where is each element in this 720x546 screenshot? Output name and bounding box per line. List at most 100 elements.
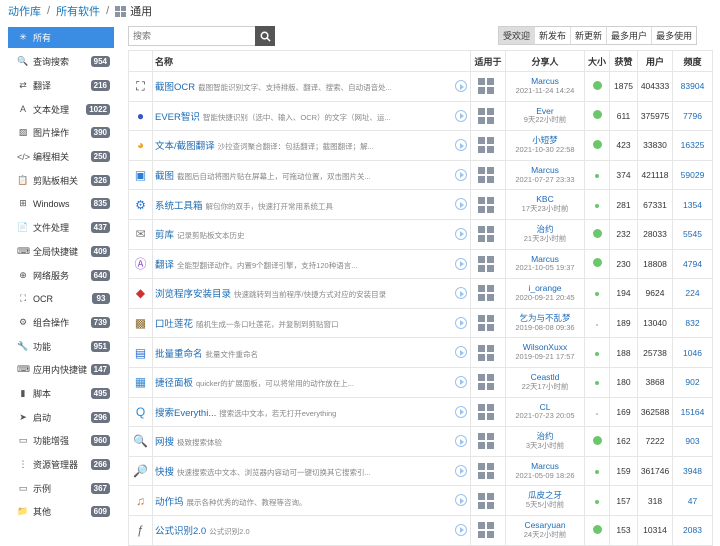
table-row[interactable]: Q 搜索Everythi... 搜索选中文本，若无打开everything CL 202… <box>128 396 713 428</box>
action-name-link[interactable]: 系统工具箱 <box>155 201 203 212</box>
sidebar-item[interactable]: ⛶ OCR 93 <box>8 287 114 311</box>
table-row[interactable]: ◆ 浏览程序安装目录 快速跳转到当前程序/快捷方式对应的安装目录 i_orange 20… <box>128 278 713 309</box>
table-row[interactable]: ƒ 公式识别2.0 公式识别2.0 Cesaryuan 24天2小时前 153 10314 2… <box>128 514 713 546</box>
table-row[interactable]: ▩ 口吐莲花 随机生成一条口吐莲花，并复制到剪贴窗口 乞为与不乱梦 2019-08-08… <box>128 307 713 339</box>
action-name-link[interactable]: 批量重命名 <box>155 349 203 360</box>
action-name-link[interactable]: EVER智识 <box>155 112 200 123</box>
sidebar-item[interactable]: ▭ 功能增强 960 <box>8 429 114 453</box>
sort-tab[interactable]: 最多用户 <box>606 27 651 44</box>
table-row[interactable]: Ⓐ 翻译 全能型翻译动作。内置9个翻译引擎，支持120种语言... Marcus 202… <box>128 248 713 280</box>
action-name-link[interactable]: 口吐莲花 <box>155 319 193 330</box>
play-icon[interactable] <box>455 316 467 329</box>
sidebar-item[interactable]: ⌨ 全局快捷键 409 <box>8 240 114 264</box>
table-row[interactable]: ● EVER智识 智能快捷识别（选中、输入、OCR）的文字（网址、运... Ever 9… <box>128 100 713 132</box>
sidebar-item[interactable]: A 文本处理 1022 <box>8 97 114 121</box>
table-row[interactable]: ✉ 剪库 记录剪贴板文本历史 治约 21天3小时前 232 28033 5545 <box>128 218 713 250</box>
size-indicator <box>595 381 599 386</box>
users-cell: 361746 <box>637 455 673 487</box>
sidebar-item[interactable]: ⚙ 组合操作 739 <box>8 311 114 335</box>
sidebar-item-label: 翻译 <box>33 81 52 92</box>
action-name-link[interactable]: 网搜 <box>155 437 174 448</box>
action-name-link[interactable]: 剪库 <box>155 230 174 241</box>
category-icon: 🔧 <box>17 340 29 351</box>
size-indicator <box>595 292 599 297</box>
sidebar-item[interactable]: ⌨ 应用内快捷键 147 <box>8 358 114 382</box>
sidebar-item[interactable]: 🔧 功能 951 <box>8 334 114 358</box>
sidebar-item[interactable]: ▮ 脚本 495 <box>8 382 114 406</box>
table-row[interactable]: ⛶ 截图OCR 截图智能识别文字、支持排版、翻译、搜索、自动语音处... Marcus… <box>128 71 713 102</box>
app-icon-cell: ✉ <box>128 218 153 250</box>
play-icon[interactable] <box>455 227 467 240</box>
play-icon[interactable] <box>455 346 467 359</box>
sort-tab[interactable]: 最多使用 <box>651 27 696 44</box>
action-name-link[interactable]: 文本/截图翻译 <box>155 141 215 152</box>
breadcrumb-all-link[interactable]: 所有软件 <box>56 3 100 19</box>
header-users[interactable]: 用户 <box>637 50 673 72</box>
play-icon[interactable] <box>455 523 467 536</box>
play-icon[interactable] <box>455 464 467 477</box>
play-icon[interactable] <box>455 80 467 92</box>
users-cell: 33830 <box>637 130 673 161</box>
sidebar-item[interactable]: ⇄ 翻译 216 <box>8 74 114 98</box>
action-name-link[interactable]: 快搜 <box>155 467 174 478</box>
action-description: quicker的扩展面板，可以将常用的动作放在上... <box>196 379 354 389</box>
table-row[interactable]: ▦ 捷径面板 quicker的扩展面板，可以将常用的动作放在上... Ceastld 2… <box>128 366 713 398</box>
table-row[interactable]: ▣ 截图 截图后自动将图片贴在屏幕上，可拖动位置，双击图片关... Marcus 202… <box>128 159 713 191</box>
sidebar-item[interactable]: ▭ 示例 367 <box>8 476 114 500</box>
table-row[interactable]: ◕ 文本/截图翻译 沙拉查词聚合翻译：包括翻译；截图翻译；解... 小短梦 2021-1… <box>128 130 713 161</box>
play-icon[interactable] <box>455 168 467 181</box>
sidebar-item[interactable]: </> 编程相关 250 <box>8 145 114 169</box>
header-sharer[interactable]: 分享人 <box>505 50 585 72</box>
breadcrumb-root-link[interactable]: 动作库 <box>8 3 41 19</box>
header-size[interactable]: 大小 <box>584 50 610 72</box>
action-name-link[interactable]: 浏览程序安装目录 <box>155 289 231 300</box>
sidebar-item[interactable]: ➤ 启动 296 <box>8 405 114 429</box>
play-icon[interactable] <box>455 405 467 418</box>
sort-tab[interactable]: 新发布 <box>534 27 570 44</box>
play-icon[interactable] <box>455 198 467 211</box>
search-input[interactable] <box>128 26 255 46</box>
sidebar-item[interactable]: 📁 其他 609 <box>8 500 114 524</box>
action-name-link[interactable]: 公式识别2.0 <box>155 526 206 537</box>
sharer-cell: KBC 17天23小时前 <box>505 189 585 220</box>
action-name-link[interactable]: 翻译 <box>155 260 174 271</box>
table-row[interactable]: 🔍 网搜 极致搜索体验 治约 3天3小时前 162 7222 903 <box>128 426 713 457</box>
likes-cell: 162 <box>609 426 638 457</box>
action-name-link[interactable]: 截图OCR <box>155 82 195 93</box>
table-row[interactable]: ▤ 批量重命名 批量文件重命名 WilsonXuxx 2019-09-21 17:57 1… <box>128 337 713 368</box>
share-time: 5天5小时前 <box>525 500 565 510</box>
action-name-link[interactable]: 截图 <box>155 171 174 182</box>
sidebar-item-label: 全局快捷键 <box>33 246 79 257</box>
sidebar-item[interactable]: ✳ 所有 <box>8 27 114 48</box>
play-icon[interactable] <box>455 435 467 448</box>
header-likes[interactable]: 获赞 <box>609 50 638 72</box>
table-row[interactable]: ⚙ 系统工具箱 解包你的双手，快速打开常用系统工具 KBC 17天23小时前 281 673… <box>128 189 713 220</box>
play-icon[interactable] <box>455 287 467 300</box>
sidebar-item[interactable]: 📋 剪贴板相关 326 <box>8 168 114 192</box>
sidebar-item[interactable]: 🔍 查询搜索 954 <box>8 50 114 74</box>
count-badge: 960 <box>90 435 110 447</box>
category-icon: 🔍 <box>17 56 29 67</box>
play-icon[interactable] <box>455 139 467 152</box>
play-icon[interactable] <box>455 257 467 270</box>
sort-tab[interactable]: 受欢迎 <box>499 27 535 44</box>
table-row[interactable]: ♫ 动作坞 展示各种优秀的动作、教程等咨询。 瓜皮之牙 5天5小时前 157 318 47 <box>128 485 713 516</box>
sidebar-item[interactable]: ▨ 图片操作 390 <box>8 121 114 145</box>
freq-cell: 832 <box>672 307 713 339</box>
action-name-link[interactable]: 搜索Everythi... <box>155 408 216 419</box>
header-name[interactable]: 名称 <box>152 50 471 72</box>
play-icon[interactable] <box>455 375 467 388</box>
sort-tab[interactable]: 新更新 <box>570 27 606 44</box>
header-fit[interactable]: 适用于 <box>470 50 506 72</box>
sidebar-item[interactable]: ⋮ 资源管理器 266 <box>8 453 114 477</box>
sidebar-item[interactable]: ⊕ 网络服务 640 <box>8 263 114 287</box>
header-freq[interactable]: 频度 <box>672 50 713 72</box>
sidebar-item[interactable]: 📄 文件处理 437 <box>8 216 114 240</box>
table-row[interactable]: 🔎 快搜 快速搜索选中文本、浏览器内容动可一键切换其它搜索引... Marcus 202… <box>128 455 713 487</box>
search-button[interactable] <box>255 26 275 46</box>
action-name-link[interactable]: 捷径面板 <box>155 378 193 389</box>
play-icon[interactable] <box>455 109 467 122</box>
play-icon[interactable] <box>455 494 467 507</box>
sidebar-item[interactable]: ⊞ Windows 835 <box>8 192 114 216</box>
action-name-link[interactable]: 动作坞 <box>155 497 184 508</box>
